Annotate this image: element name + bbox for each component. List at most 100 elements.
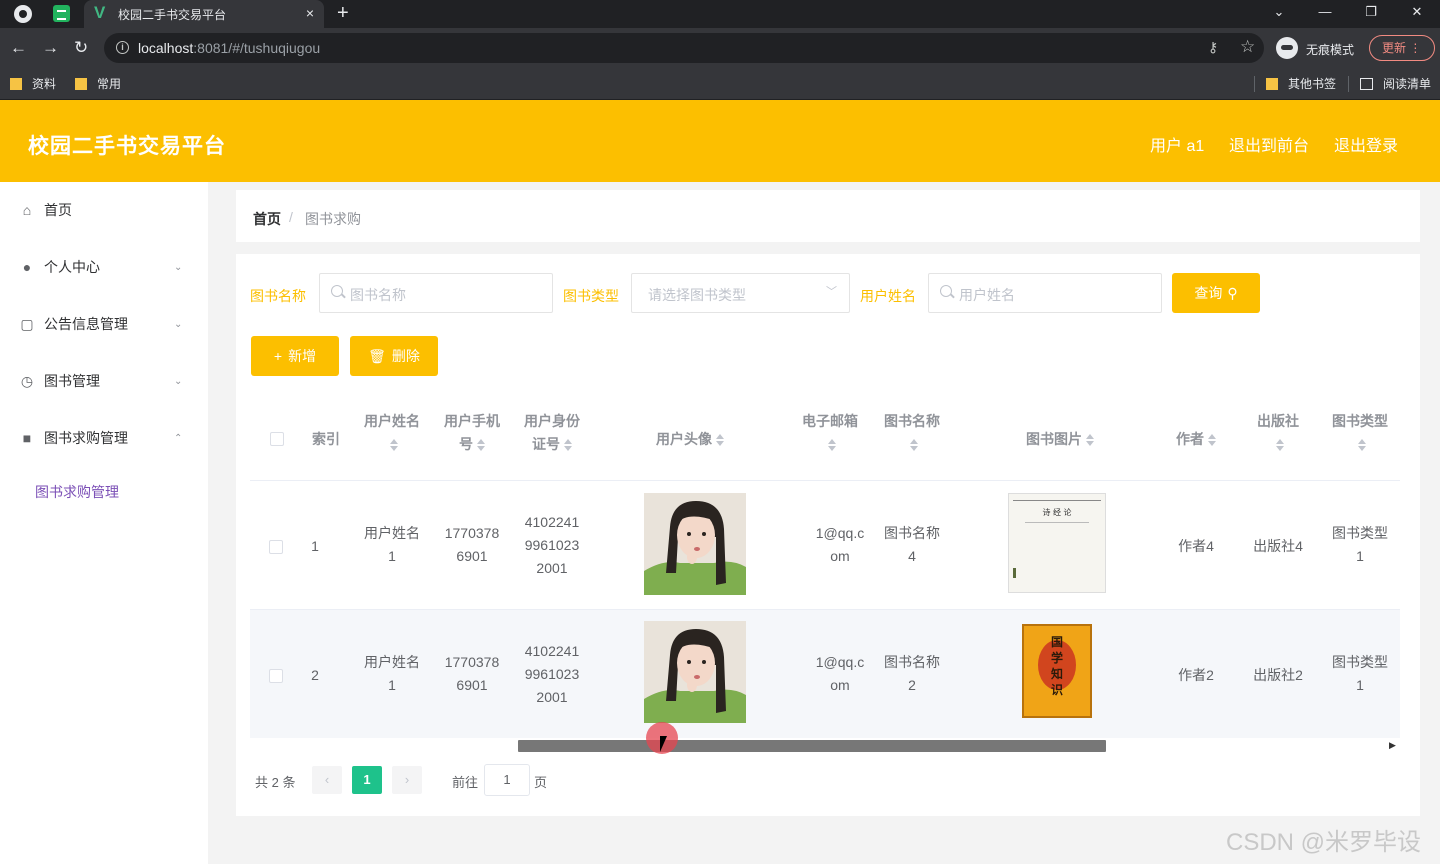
minimize-icon[interactable]: — (1302, 0, 1348, 28)
tab-search-icon[interactable]: ⌄ (1256, 0, 1302, 28)
sidebar-item-label: 首页 (44, 202, 72, 218)
site-info-icon[interactable]: i (116, 41, 129, 54)
sort-icon[interactable] (1086, 434, 1094, 447)
submenu-item-purchase-manage[interactable]: 图书求购管理 (35, 482, 119, 502)
prev-page-button[interactable]: ‹ (312, 766, 342, 794)
address-bar: ← → ↻ i localhost:8081/#/tushuqiugou ⚷ ☆… (0, 28, 1440, 68)
scrollbar-thumb[interactable] (518, 740, 1106, 752)
logout-link[interactable]: 退出登录 (1334, 132, 1398, 156)
chevron-down-icon: ⌄ (174, 318, 183, 330)
sort-icon[interactable] (828, 439, 836, 452)
book-type-label: 图书类型 (563, 288, 619, 304)
bookmark-other[interactable]: 其他书签 (1266, 75, 1336, 92)
cell-book-name: 图书名称 2 (884, 654, 940, 693)
book-type-select[interactable]: 请选择图书类型 ﹀ (631, 273, 850, 313)
column-header-author[interactable]: 作者 (1156, 428, 1236, 451)
sort-icon[interactable] (910, 439, 918, 452)
bookmark-divider (1254, 76, 1255, 92)
update-button[interactable]: 更新 ⋮ (1369, 35, 1435, 61)
query-button[interactable]: 查询 ⚲ (1172, 273, 1260, 313)
sidebar-item-personal[interactable]: ● 个人中心 ⌄ (0, 247, 208, 287)
column-header-email[interactable]: 电子邮箱 (790, 410, 870, 456)
pinned-tab-icon[interactable] (53, 5, 70, 22)
browser-globe-icon[interactable] (14, 5, 32, 23)
close-window-icon[interactable]: ✕ (1394, 0, 1440, 28)
folder-icon (1266, 77, 1278, 90)
sidebar-item-label: 图书求购管理 (44, 430, 128, 446)
url-text: localhost:8081/#/tushuqiugou (138, 40, 321, 56)
home-icon: ⌂ (22, 202, 32, 218)
reading-list[interactable]: 阅读清单 (1360, 75, 1431, 92)
column-header-book-image[interactable]: 图书图片 (970, 428, 1150, 451)
sidebar-item-books[interactable]: ◷ 图书管理 ⌄ (0, 361, 208, 401)
video-icon: ■ (22, 430, 32, 446)
password-key-icon[interactable]: ⚷ (1208, 39, 1218, 56)
user-avatar-image (644, 493, 746, 595)
trash-icon: 🗑 (368, 347, 386, 364)
add-button[interactable]: + 新增 (251, 336, 339, 376)
back-icon[interactable]: ← (10, 38, 27, 58)
notice-icon: ▢ (20, 316, 34, 332)
select-all-checkbox[interactable] (270, 432, 284, 446)
sort-icon[interactable] (564, 439, 572, 452)
breadcrumb-current: 图书求购 (305, 211, 361, 227)
horizontal-scrollbar[interactable]: ▶ (236, 738, 1396, 754)
goto-page-input[interactable]: 1 (484, 764, 530, 796)
sidebar-item-purchase[interactable]: ■ 图书求购管理 ⌃ (0, 418, 208, 458)
book-name-label: 图书名称 (250, 288, 306, 304)
reload-icon[interactable]: ↻ (74, 38, 88, 58)
incognito-icon (1276, 37, 1298, 59)
cell-user-id: 4102241 9961023 2001 (524, 514, 580, 576)
bookmark-folder-ziliao[interactable]: 资料 (10, 75, 56, 92)
cell-author: 作者2 (1178, 667, 1214, 683)
breadcrumb-separator: / (289, 209, 293, 225)
column-header-publisher[interactable]: 出版社 (1236, 410, 1320, 456)
column-header-user-phone[interactable]: 用户手机号 (432, 410, 512, 456)
row-checkbox[interactable] (269, 669, 283, 683)
tab-close-icon[interactable]: × (306, 5, 314, 21)
vue-logo-icon: V (94, 3, 106, 22)
search-icon: ⚲ (1227, 284, 1238, 301)
sidebar-item-notice[interactable]: ▢ 公告信息管理 ⌄ (0, 304, 208, 344)
sort-icon[interactable] (1358, 439, 1366, 452)
column-header-book-name[interactable]: 图书名称 (872, 410, 952, 456)
restore-icon[interactable]: ❐ (1348, 0, 1394, 28)
scroll-right-arrow-icon[interactable]: ▶ (1389, 740, 1396, 751)
browser-tab-active[interactable]: V 校园二手书交易平台 × (84, 0, 324, 28)
search-icon (940, 285, 952, 297)
bookmark-star-icon[interactable]: ☆ (1240, 37, 1255, 57)
sort-icon[interactable] (1276, 439, 1284, 452)
forward-icon[interactable]: → (42, 38, 59, 58)
bookmark-folder-changyong[interactable]: 常用 (75, 75, 121, 92)
user-name-input[interactable]: 用户姓名 (928, 273, 1162, 313)
cell-user-name: 用户姓名 1 (364, 525, 420, 564)
delete-button[interactable]: 🗑 删除 (350, 336, 438, 376)
row-checkbox[interactable] (269, 540, 283, 554)
sidebar-item-label: 个人中心 (44, 259, 100, 275)
watermark: CSDN @米罗毕设 (1226, 829, 1422, 856)
book-name-input[interactable]: 图书名称 (319, 273, 553, 313)
sidebar-item-label: 公告信息管理 (44, 316, 128, 332)
back-to-front-link[interactable]: 退出到前台 (1229, 132, 1309, 156)
column-header-book-type[interactable]: 图书类型 (1320, 410, 1400, 456)
sort-icon[interactable] (477, 439, 485, 452)
url-field[interactable]: i localhost:8081/#/tushuqiugou ⚷ ☆ (104, 33, 1264, 63)
sidebar-item-home[interactable]: ⌂ 首页 (0, 190, 208, 230)
cell-book-type: 图书类型 1 (1332, 654, 1388, 693)
next-page-button[interactable]: › (392, 766, 422, 794)
column-header-index[interactable]: 索引 (300, 428, 352, 451)
sort-icon[interactable] (716, 434, 724, 447)
mouse-cursor-icon (660, 736, 667, 752)
new-tab-button[interactable]: + (337, 2, 349, 25)
clock-icon: ◷ (20, 373, 34, 389)
breadcrumb-home[interactable]: 首页 (253, 209, 281, 229)
column-header-user-name[interactable]: 用户姓名 (352, 410, 432, 456)
book-cover-image: 诗 经 论 (1008, 493, 1106, 593)
sort-icon[interactable] (390, 439, 398, 452)
column-header-avatar[interactable]: 用户头像 (600, 428, 780, 451)
sort-icon[interactable] (1208, 434, 1216, 447)
column-header-user-id[interactable]: 用户身份 证号 (512, 410, 592, 456)
content-card: 图书名称 图书名称 图书类型 请选择图书类型 ﹀ 用户姓名 用户姓名 查询 ⚲ … (236, 254, 1420, 816)
browser-tab-bar: V 校园二手书交易平台 × + ⌄ — ❐ ✕ (0, 0, 1440, 28)
page-number-current[interactable]: 1 (352, 766, 382, 794)
